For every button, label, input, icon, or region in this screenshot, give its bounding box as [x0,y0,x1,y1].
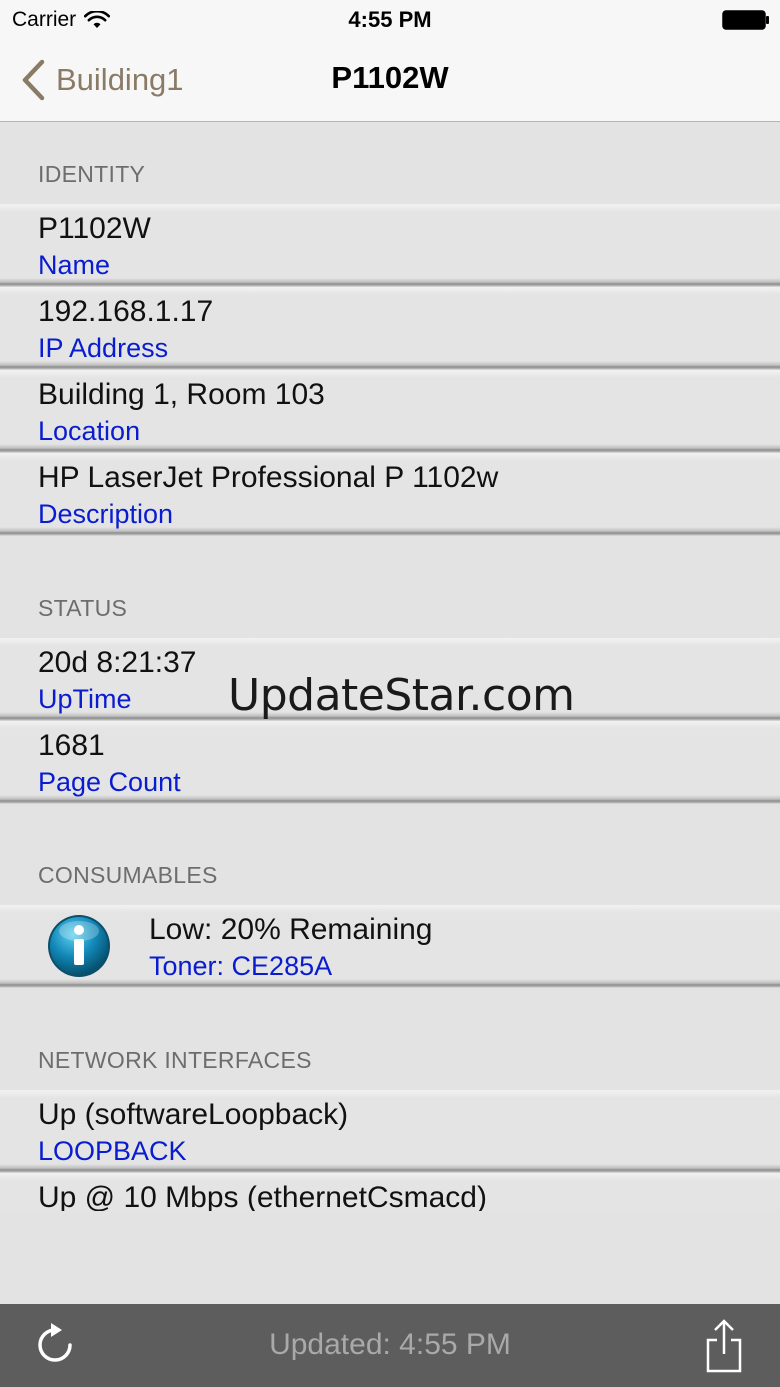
identity-name-row[interactable]: P1102W Name [0,204,780,287]
section-header-status: STATUS [38,595,128,621]
ip-address-value: 192.168.1.17 [38,295,214,328]
name-value: P1102W [38,212,151,245]
loopback-label: LOOPBACK [38,1136,187,1166]
status-uptime-row[interactable]: 20d 8:21:37 UpTime [0,638,780,721]
ip-address-label: IP Address [38,333,169,363]
identity-location-row[interactable]: Building 1, Room 103 Location [0,370,780,453]
description-value: HP LaserJet Professional P 1102w [38,461,499,494]
network-loopback-row[interactable]: Up (softwareLoopback) LOOPBACK [0,1090,780,1173]
location-value: Building 1, Room 103 [38,378,325,411]
uptime-value: 20d 8:21:37 [38,646,197,679]
uptime-label: UpTime [38,684,132,714]
share-icon[interactable] [704,1318,744,1374]
section-header-consumables: CONSUMABLES [38,862,218,888]
last-updated-text: Updated: 4:55 PM [269,1328,511,1361]
toner-label: Toner: CE285A [149,951,333,981]
toner-status-value: Low: 20% Remaining [149,913,433,946]
navigation-bar: Building1 P1102W [0,40,780,122]
status-page-count-row[interactable]: 1681 Page Count [0,721,780,804]
identity-ip-row[interactable]: 192.168.1.17 IP Address [0,287,780,370]
identity-description-row[interactable]: HP LaserJet Professional P 1102w Descrip… [0,453,780,536]
battery-icon [722,10,769,30]
info-icon [48,915,110,977]
bottom-toolbar: Updated: 4:55 PM [0,1304,780,1387]
loopback-status-value: Up (softwareLoopback) [38,1098,349,1131]
page-title: P1102W [331,60,449,95]
status-bar: Carrier 4:55 PM [0,0,780,40]
section-header-identity: IDENTITY [38,161,146,187]
section-header-network-interfaces: NETWORK INTERFACES [38,1047,312,1073]
status-time: 4:55 PM [348,7,432,32]
ethernet-status-value: Up @ 10 Mbps (ethernetCsmacd) [38,1181,487,1214]
device-detail-list[interactable]: IDENTITY P1102W Name 192.168.1.17 IP Add… [0,122,780,1304]
description-label: Description [38,499,174,529]
consumable-toner-row[interactable]: Low: 20% Remaining Toner: CE285A [0,905,780,988]
name-label: Name [38,250,111,280]
list-bottom-fade [0,1211,780,1304]
page-count-label: Page Count [38,767,181,797]
location-label: Location [38,416,141,446]
page-count-value: 1681 [38,729,105,762]
